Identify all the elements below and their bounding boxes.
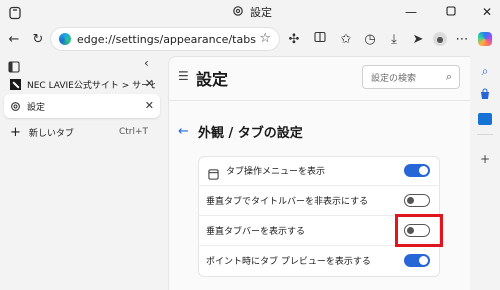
share-button[interactable]: ➤ [408, 29, 428, 49]
settings-menu-button[interactable]: ☰ [178, 69, 189, 83]
back-arrow-icon: ← [178, 124, 189, 139]
minimize-button[interactable]: — [400, 2, 422, 22]
gear-icon [10, 101, 21, 112]
setting-row-tab-action-menu: タブ操作メニューを表示 [198, 156, 440, 186]
more-menu-button[interactable]: ⋯ [452, 29, 472, 49]
tab-item-settings[interactable]: 設定 ✕ [4, 94, 160, 118]
setting-row-hide-title-bar: 垂直タブでタイトルバーを非表示にする [198, 186, 440, 216]
vertical-tab-pane: ‹ NEC LAVIE公式サイト > サービス&サ ✕ 設定 ✕ + 新しいタブ… [0, 54, 163, 290]
avatar-icon: ● [433, 32, 447, 46]
toolbar: ← ↻ edge://settings/appearance/tabs ☆ ✣ … [0, 24, 500, 54]
section-title: 外観 / タブの設定 [198, 126, 303, 141]
window-title-text: 設定 [250, 6, 272, 19]
downloads-button[interactable]: ⤓ [384, 29, 404, 49]
favorites-button[interactable]: ✩ [336, 29, 356, 49]
close-tab-icon[interactable]: ✕ [145, 99, 154, 112]
puzzle-icon: ✣ [288, 31, 300, 47]
highlight-box [395, 214, 443, 247]
more-dots-icon: ⋯ [455, 31, 469, 47]
plus-icon: + [479, 152, 491, 166]
new-tab-label: 新しいタブ [28, 128, 74, 139]
split-screen-icon [314, 31, 326, 47]
address-text: edge://settings/appearance/tabs [77, 32, 256, 46]
workspaces-icon[interactable] [8, 5, 22, 20]
close-tab-icon[interactable]: ✕ [145, 77, 154, 90]
shopping-bag-icon [479, 88, 491, 103]
send-icon: ➤ [412, 31, 424, 47]
history-icon: ◷ [364, 31, 376, 47]
search-icon: ⌕ [481, 63, 489, 78]
favorite-star-icon[interactable]: ☆ [259, 31, 271, 46]
address-bar[interactable]: edge://settings/appearance/tabs ☆ [50, 27, 280, 51]
header-divider [168, 100, 470, 101]
nec-favicon [10, 78, 21, 90]
extensions-button[interactable]: ✣ [284, 29, 304, 49]
minimize-icon: — [405, 5, 417, 19]
maximize-icon [446, 5, 456, 19]
refresh-button[interactable]: ↻ [28, 29, 48, 49]
setting-label: 垂直タブでタイトルバーを非表示にする [206, 197, 369, 207]
plus-icon: + [10, 124, 21, 140]
settings-search-input[interactable]: 設定の検索 ⌕ [362, 65, 460, 89]
back-to-appearance-button[interactable]: ← [178, 124, 189, 139]
add-rail-button[interactable]: + [476, 150, 494, 168]
settings-header-title: 設定 [196, 70, 229, 89]
copilot-icon [478, 32, 492, 46]
close-window-button[interactable]: ✕ [476, 2, 498, 22]
tab-action-menu-toggle[interactable] [404, 164, 430, 177]
title-bar: 設定 — ✕ [0, 0, 500, 24]
new-tab-shortcut: Ctrl+T [118, 127, 148, 137]
refresh-icon: ↻ [32, 31, 44, 47]
setting-label: 垂直タブバーを表示する [206, 227, 306, 237]
edge-logo-icon [59, 33, 71, 45]
setting-label: タブ操作メニューを表示 [226, 167, 326, 177]
tab-title: 設定 [27, 102, 46, 113]
new-tab-button[interactable]: + 新しいタブ Ctrl+T [4, 120, 160, 144]
setting-row-tab-preview: ポイント時にタブ プレビューを表示する [198, 246, 440, 276]
maximize-button[interactable] [440, 2, 462, 22]
split-screen-button[interactable] [310, 29, 330, 49]
shopping-rail-button[interactable] [476, 86, 494, 104]
history-button[interactable]: ◷ [360, 29, 380, 49]
search-icon: ⌕ [445, 70, 452, 83]
setting-label: ポイント時にタブ プレビューを表示する [206, 257, 371, 267]
back-button[interactable]: ← [4, 29, 24, 49]
search-rail-button[interactable]: ⌕ [476, 62, 494, 80]
profile-button[interactable]: ● [430, 29, 450, 49]
tab-action-menu-icon [208, 165, 219, 184]
gear-icon [232, 5, 244, 20]
back-arrow-icon: ← [8, 31, 20, 47]
chevron-left-icon: ‹ [144, 56, 149, 70]
copilot-button[interactable] [475, 29, 495, 49]
outlook-rail-button[interactable] [476, 110, 494, 128]
close-icon: ✕ [481, 5, 493, 19]
window-title: 設定 [232, 4, 272, 20]
rail-divider [477, 134, 493, 135]
search-placeholder: 設定の検索 [371, 73, 417, 84]
tab-item-nec[interactable]: NEC LAVIE公式サイト > サービス&サ ✕ [4, 72, 160, 96]
right-sidebar: ⌕ + [470, 54, 500, 290]
tab-preview-toggle[interactable] [404, 254, 430, 267]
hamburger-icon: ☰ [178, 69, 189, 83]
hide-title-bar-toggle[interactable] [404, 194, 430, 207]
favorites-icon: ✩ [340, 31, 352, 47]
tab-title: NEC LAVIE公式サイト > サービス&サ [27, 80, 155, 91]
collapse-pane-button[interactable]: ‹ [144, 56, 149, 70]
outlook-icon [478, 113, 492, 125]
download-icon: ⤓ [391, 31, 397, 47]
